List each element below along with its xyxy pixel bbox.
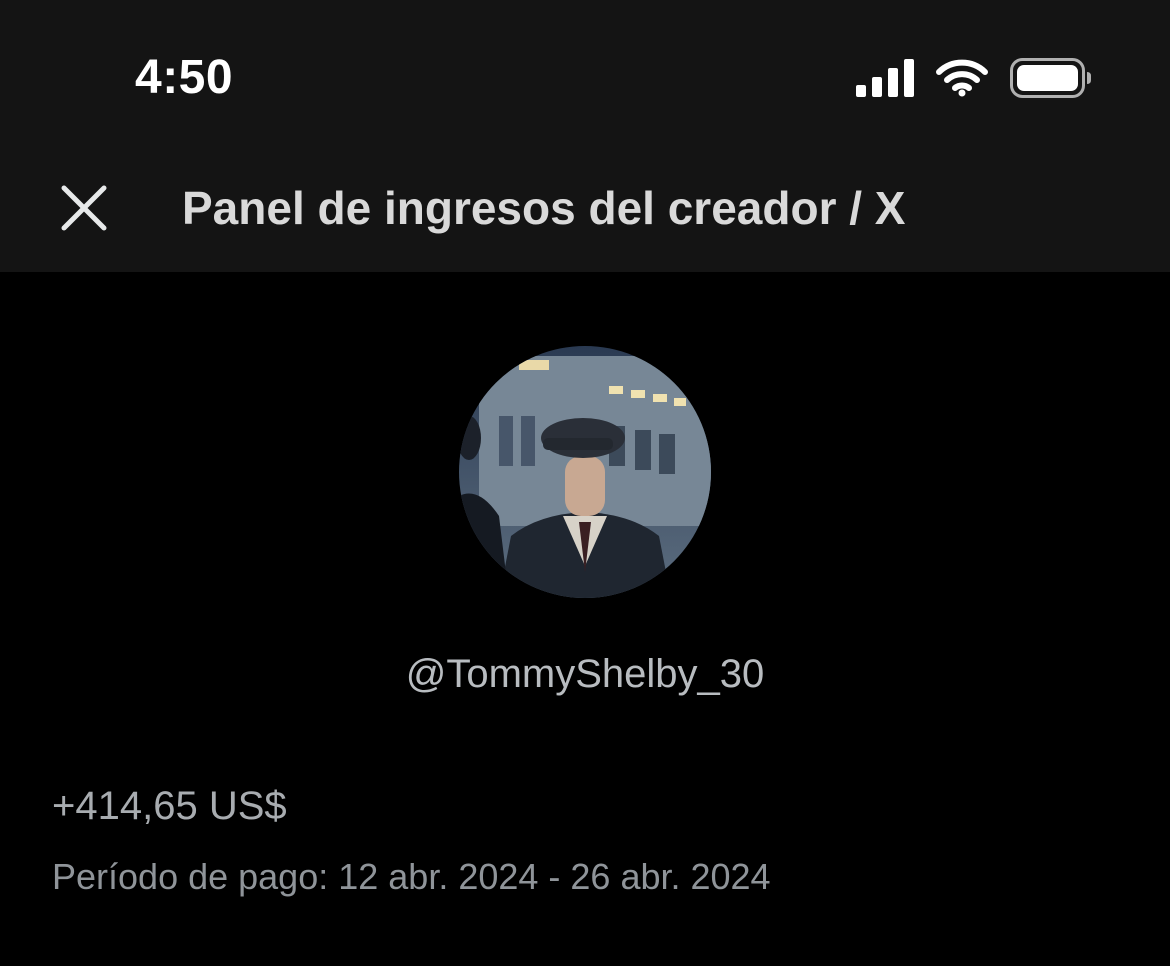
close-icon [61, 185, 107, 231]
avatar-photo [459, 346, 711, 598]
close-button[interactable] [56, 180, 112, 236]
earnings-amount: +414,65 US$ [52, 784, 287, 828]
main-content: @TommyShelby_30 +414,65 US$ Período de p… [0, 272, 1170, 966]
signal-icon [856, 59, 914, 97]
nav-bar: Panel de ingresos del creador / X [0, 140, 1170, 272]
status-icons [856, 56, 1092, 100]
battery-icon [1010, 58, 1091, 98]
status-time: 4:50 [135, 51, 234, 104]
avatar[interactable] [459, 346, 711, 598]
profile-handle: @TommyShelby_30 [405, 652, 765, 696]
status-bar: 4:50 [0, 0, 1170, 140]
wifi-icon [936, 59, 988, 97]
page-title: Panel de ingresos del creador / X [182, 182, 906, 234]
payment-period: Período de pago: 12 abr. 2024 - 26 abr. … [52, 856, 771, 897]
